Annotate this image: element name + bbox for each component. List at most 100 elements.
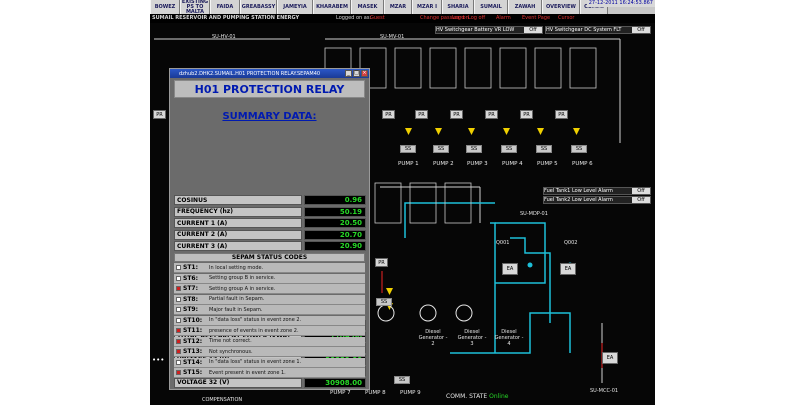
tab-sumail[interactable]: SUMAIL: [474, 0, 508, 14]
comm-state: COMM. STATE Online: [446, 393, 508, 400]
dialog-titlebar[interactable]: dzhub2.DHK2.SUMAIL.H01 PROTECTION RELAY.…: [170, 69, 369, 78]
ss-button-7[interactable]: SS: [376, 298, 392, 306]
breaker-q001-label: Q001: [496, 240, 510, 246]
tab-masek[interactable]: MASEK: [351, 0, 384, 14]
generator-4-label: Diesel Generator - 4: [494, 329, 524, 347]
relay-title: H01 PROTECTION RELAY: [174, 80, 365, 98]
ea-button-3[interactable]: EA: [602, 352, 618, 364]
sepam-code: ST13:: [183, 348, 203, 355]
station-tab-bar: BOWEZ EXISTING PS TO MALTA FAIDA GREABASSY J…: [150, 0, 655, 14]
summary-label: COSINUS: [174, 195, 302, 205]
pr-button-5[interactable]: PR: [450, 110, 463, 119]
pump-3-label: PUMP 3: [467, 161, 488, 167]
sepam-code: ST15:: [183, 369, 203, 376]
sepam-code: ST11:: [183, 327, 203, 334]
dialog-title: dzhub2.DHK2.SUMAIL.H01 PROTECTION RELAY.…: [179, 70, 321, 77]
sepam-code: ST10:: [183, 316, 203, 324]
tab-overview[interactable]: OVERVIEW: [542, 0, 580, 14]
tab-mzar[interactable]: MZAR: [384, 0, 412, 14]
tab-mzar-i[interactable]: MZAR I: [412, 0, 442, 14]
sepam-desc: Partial fault in Sepam.: [209, 296, 265, 302]
ea-button-2[interactable]: EA: [560, 263, 576, 275]
tab-bowez[interactable]: BOWEZ: [150, 0, 180, 14]
compensation-label: COMPENSATION: [202, 397, 243, 403]
summary-row: CURRENT 3 (A) 20.90: [174, 241, 366, 251]
sepam-desc: presence of events in event zone 2.: [209, 327, 299, 334]
summary-row: CURRENT 1 (A) 20.50: [174, 218, 366, 228]
minimize-icon[interactable]: _: [345, 70, 352, 77]
tab-greabassy[interactable]: GREABASSY: [240, 0, 277, 14]
ss-button-4[interactable]: SS: [501, 145, 517, 153]
link-alarm[interactable]: Alarm: [496, 15, 511, 21]
sepam-desc: In "data loss" status in event zone 1.: [209, 359, 302, 365]
summary-row: CURRENT 2 (A) 20.70: [174, 229, 366, 240]
clock-readout: 27-12-2011 16:24:53.867: [586, 0, 655, 7]
sepam-status-row: ST6: Setting group B in service.: [174, 273, 365, 284]
tab-kharabem[interactable]: KHARABEM: [313, 0, 351, 14]
sepam-desc: Time not correct.: [209, 338, 252, 344]
summary-value: 20.50: [304, 218, 366, 228]
sepam-desc: Major fault in Sepam.: [209, 306, 263, 313]
sepam-status-row: ST10: In "data loss" status in event zone…: [174, 315, 365, 326]
status-indicator-icon: [176, 338, 181, 344]
link-log-off[interactable]: Log off: [468, 15, 485, 21]
status-indicator-icon: [176, 286, 181, 291]
status-indicator-icon: [176, 328, 181, 333]
sepam-status-row: ST14: In "data loss" status in event zone…: [174, 357, 365, 368]
logged-label: Logged on as:: [336, 15, 372, 21]
summary-row: FREQUENCY (hz) 50.19: [174, 206, 366, 217]
sepam-code: ST7:: [183, 285, 198, 292]
generator-2-label: Diesel Generator - 2: [418, 329, 448, 347]
ss-button-6[interactable]: SS: [571, 145, 587, 153]
maximize-icon[interactable]: □: [353, 70, 360, 77]
alarm-hv-battery-state: Off: [524, 27, 542, 33]
link-cursor[interactable]: Cursor: [558, 15, 574, 21]
tab-sharia[interactable]: SHARIA: [442, 0, 474, 14]
ea-button-1[interactable]: EA: [502, 263, 518, 275]
pr-button-3[interactable]: PR: [382, 110, 395, 119]
alarm-fuel-tank-2-state: Off: [632, 197, 650, 203]
su-mcc-label: SU-MCC-01: [590, 388, 619, 394]
power-label: VOLTAGE 32 (V): [174, 377, 302, 388]
close-icon[interactable]: ×: [361, 70, 368, 77]
ss-button-3[interactable]: SS: [466, 145, 482, 153]
su-mdp-label: SU-MDP-01: [520, 211, 548, 217]
alarm-hv-dc-state: Off: [632, 27, 650, 33]
ss-button-2[interactable]: SS: [433, 145, 449, 153]
pr-button-6[interactable]: PR: [485, 110, 498, 119]
alarm-hv-dc: HV Switchgear DC System FLT Off: [545, 26, 651, 34]
pr-button-7[interactable]: PR: [520, 110, 533, 119]
alarm-fuel-tank-1-label: Fuel Tank1 Low Level Alarm: [544, 188, 613, 194]
status-indicator-icon: [176, 296, 181, 302]
ss-button-5[interactable]: SS: [536, 145, 552, 153]
ss-button-8[interactable]: SS: [394, 376, 410, 384]
pump-4-label: PUMP 4: [502, 161, 523, 167]
sepam-status-row: ST7: Setting group A in service.: [174, 284, 365, 294]
link-log-on[interactable]: Log on: [452, 15, 469, 21]
tab-zawah[interactable]: ZAWAH: [508, 0, 542, 14]
pr-button-8[interactable]: PR: [555, 110, 568, 119]
link-event-page[interactable]: Event Page: [522, 15, 550, 21]
sepam-desc: Setting group A in service.: [209, 285, 276, 292]
alarm-fuel-tank-2-label: Fuel Tank2 Low Level Alarm: [544, 197, 613, 203]
pr-button-1[interactable]: PR: [153, 110, 166, 119]
pr-button-4[interactable]: PR: [415, 110, 428, 119]
tab-jameyia[interactable]: JAMEYIA: [277, 0, 313, 14]
protection-relay-dialog: dzhub2.DHK2.SUMAIL.H01 PROTECTION RELAY.…: [169, 68, 370, 390]
comm-state-label: COMM. STATE: [446, 393, 488, 400]
pr-button-9[interactable]: PR: [375, 258, 388, 267]
tab-faida[interactable]: FAIDA: [210, 0, 240, 14]
alarm-hv-battery: HV Switchgear Battery VR LOW Off: [435, 26, 543, 34]
pump-7-label: PUMP 7: [330, 390, 351, 396]
comm-state-value: Online: [489, 393, 509, 400]
sepam-status-row: ST13: Not synchronous.: [174, 347, 365, 357]
power-row: VOLTAGE 32 (V) 30908.00: [174, 377, 366, 388]
sepam-desc: Setting group B in service.: [209, 275, 276, 281]
breaker-q002-label: Q002: [564, 240, 578, 246]
sepam-status-row: ST1: In local setting mode.: [174, 263, 365, 273]
ss-button-1[interactable]: SS: [400, 145, 416, 153]
summary-value: 20.90: [304, 241, 366, 251]
status-indicator-icon: [176, 307, 181, 312]
status-indicator-icon: [176, 370, 181, 375]
tab-existing-ps-to-malta[interactable]: EXISTING PS TO MALTA: [180, 0, 210, 14]
